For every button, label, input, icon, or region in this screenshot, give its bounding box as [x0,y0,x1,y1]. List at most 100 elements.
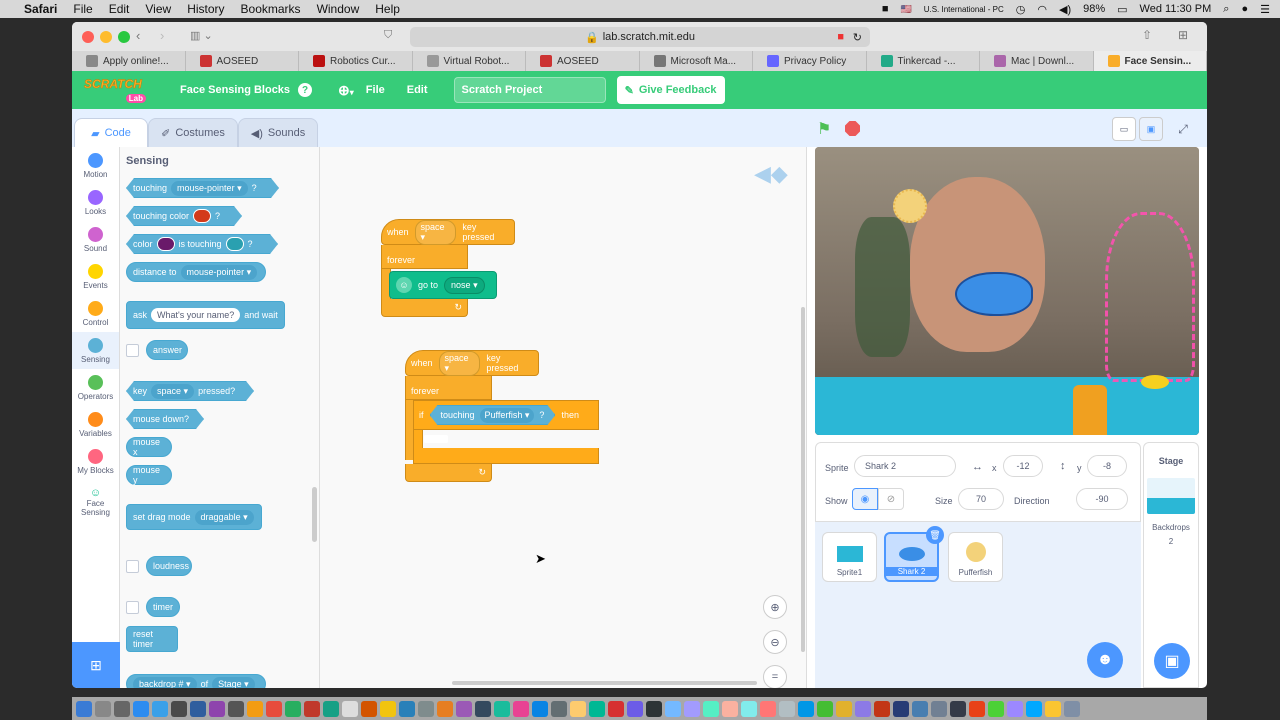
zoom-in-button[interactable]: ⊕ [763,595,787,619]
app-icon[interactable] [475,700,491,717]
color-swatch[interactable] [157,237,175,251]
app-icon[interactable] [532,700,548,717]
touching-condition[interactable]: touching Pufferfish ▾? [430,405,556,425]
browser-tab[interactable]: Apply online!... [72,51,186,71]
script-workspace[interactable]: ◀◆ when space ▾ key pressed forever ☺ go t… [320,147,807,688]
reload-icon[interactable]: ↻ [853,31,862,44]
touching-block[interactable]: touching mouse-pointer ▾? [126,178,279,198]
menu-history[interactable]: History [179,2,232,16]
when-key-pressed-hat[interactable]: when space ▾ key pressed [381,219,515,245]
workspace-vertical-scrollbar[interactable] [801,307,805,652]
app-icon[interactable] [342,700,358,717]
browser-tab[interactable]: Privacy Policy [753,51,867,71]
key-dropdown[interactable]: space ▾ [414,219,457,245]
app-icon[interactable] [361,700,377,717]
help-button[interactable]: ? [298,83,313,97]
if-then-block[interactable]: if touching Pufferfish ▾? then [413,400,599,430]
menu-view[interactable]: View [137,2,179,16]
touching-target-dropdown[interactable]: mouse-pointer ▾ [171,181,248,196]
address-bar[interactable]: 🔒 lab.scratch.mit.edu ■ ↻ [410,27,870,47]
ask-and-wait-block[interactable]: ask What's your name? and wait [126,301,285,329]
distance-to-block[interactable]: distance to mouse-pointer ▾ [126,262,266,282]
ask-question-input[interactable]: What's your name? [151,308,241,322]
app-icon[interactable] [912,700,928,717]
launchpad-icon[interactable] [95,700,111,717]
key-pressed-block[interactable]: key space ▾ pressed? [126,381,254,401]
app-icon[interactable] [171,700,187,717]
menu-window[interactable]: Window [309,2,368,16]
share-icon[interactable]: ⇧ [1142,28,1152,42]
app-icon[interactable] [969,700,985,717]
siri-icon[interactable]: ● [1241,3,1248,15]
project-name-input[interactable]: Scratch Project [453,77,606,103]
app-icon[interactable] [1007,700,1023,717]
input-source-label[interactable]: U.S. International - PC [924,5,1004,14]
sprite-name-input[interactable]: Shark 2 [854,455,956,477]
app-icon[interactable] [323,700,339,717]
browser-tab-active[interactable]: Face Sensin... [1093,51,1207,71]
drag-mode-dropdown[interactable]: draggable ▾ [194,509,254,525]
app-icon[interactable] [437,700,453,717]
flag-icon[interactable]: 🇺🇸 [901,4,912,15]
app-icon[interactable] [703,700,719,717]
safari-icon[interactable] [152,700,168,717]
back-icon[interactable]: ‹ [136,28,140,43]
menu-edit[interactable]: Edit [101,2,138,16]
app-icon[interactable] [836,700,852,717]
pufferfish-sprite[interactable] [893,189,927,223]
browser-tab[interactable]: Mac | Downl... [980,51,1094,71]
browser-tab[interactable]: Virtual Robot... [413,51,526,71]
browser-tab[interactable]: Tinkercad -... [867,51,980,71]
give-feedback-button[interactable]: ✎ Give Feedback [616,76,725,104]
category-looks[interactable]: Looks [72,184,119,221]
category-variables[interactable]: Variables [72,406,119,443]
timer-block[interactable]: timer [146,597,180,617]
battery-icon[interactable]: ▭ [1117,3,1127,16]
app-icon[interactable] [988,700,1004,717]
app-icon[interactable] [684,700,700,717]
shield-icon[interactable]: ⛉ [384,29,392,42]
attribute-dropdown[interactable]: backdrop # ▾ [133,676,197,688]
sidebar-icon[interactable]: ▥ ⌄ [190,29,213,42]
close-window-button[interactable] [82,31,94,43]
workspace-horizontal-scrollbar[interactable] [452,681,757,685]
sprite-thumb-sprite1[interactable]: Sprite1 [822,532,877,582]
loudness-monitor-checkbox[interactable] [126,560,139,573]
app-icon[interactable] [380,700,396,717]
stage-selector[interactable]: Stage Backdrops 2 ▣ [1143,442,1199,688]
app-icon[interactable] [589,700,605,717]
app-icon[interactable] [209,700,225,717]
y-position-input[interactable]: -8 [1087,455,1127,477]
answer-block[interactable]: answer [146,340,188,360]
loudness-block[interactable]: loudness [146,556,192,576]
show-hidden-button[interactable]: ⊘ [878,488,904,510]
app-icon[interactable] [247,700,263,717]
category-sensing[interactable]: Sensing [72,332,119,369]
mouse-down-block[interactable]: mouse down? [126,409,204,429]
app-icon[interactable] [646,700,662,717]
app-icon[interactable] [608,700,624,717]
reset-timer-block[interactable]: reset timer [126,626,178,652]
menu-safari[interactable]: Safari [16,2,65,16]
category-motion[interactable]: Motion [72,147,119,184]
category-my-blocks[interactable]: My Blocks [72,443,119,480]
app-icon[interactable] [456,700,472,717]
touching-color-block[interactable]: touching color? [126,206,242,226]
face-part-dropdown[interactable]: nose ▾ [444,276,485,294]
app-icon[interactable] [1045,700,1061,717]
category-face-sensing[interactable]: ☺ Face Sensing [72,480,119,524]
camera-icon[interactable]: ■ [882,3,889,15]
green-flag-icon[interactable]: ⚑ [817,119,831,139]
clock[interactable]: Wed 11:30 PM [1140,3,1212,15]
forward-icon[interactable]: › [160,28,164,43]
menu-help[interactable]: Help [367,2,408,16]
go-to-block[interactable]: ☺ go to nose ▾ [389,271,497,299]
language-globe-icon[interactable]: ⊕▾ [338,82,354,99]
app-icon[interactable] [399,700,415,717]
volume-icon[interactable]: ◀) [1059,3,1071,16]
app-icon[interactable] [874,700,890,717]
menu-bookmarks[interactable]: Bookmarks [233,2,309,16]
app-icon[interactable] [551,700,567,717]
app-icon[interactable] [266,700,282,717]
stop-icon[interactable] [845,121,860,136]
